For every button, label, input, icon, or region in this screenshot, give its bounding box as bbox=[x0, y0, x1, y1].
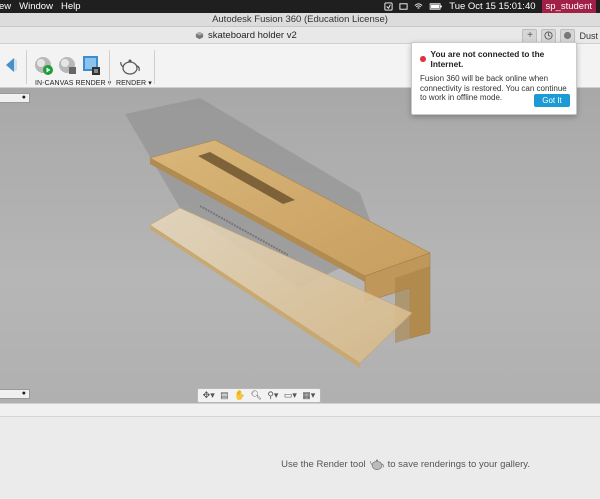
wifi-icon[interactable] bbox=[414, 2, 423, 11]
grid-settings-icon[interactable]: ▦▾ bbox=[302, 390, 315, 401]
gallery-hint: Use the Render tool to save renderings t… bbox=[0, 457, 530, 471]
toolbar-separator bbox=[26, 50, 27, 84]
window-title: Autodesk Fusion 360 (Education License) bbox=[0, 13, 600, 27]
new-tab-plus-icon[interactable]: + bbox=[522, 28, 538, 43]
document-tab[interactable]: skateboard holder v2 bbox=[195, 28, 297, 43]
navigation-bar: ✥▾ ▤ ✋ 🔍︎ ⚲▾ ▭▾ ▦▾ bbox=[197, 388, 321, 403]
capture-image-icon[interactable] bbox=[82, 55, 102, 77]
menu-window[interactable]: Window bbox=[19, 1, 61, 12]
menubar-clock[interactable]: Tue Oct 15 15:01:40 bbox=[449, 1, 535, 12]
offline-status-icon bbox=[420, 56, 426, 62]
chevron-down-icon: ▾ bbox=[148, 80, 152, 87]
render-menu[interactable]: RENDER ▾ bbox=[116, 79, 152, 87]
in-canvas-render-menu[interactable]: IN-CANVAS RENDER ▾ bbox=[35, 79, 111, 87]
mac-menubar: ew Window Help Tue Oct 15 15:01:40 sp_st… bbox=[0, 0, 600, 13]
render-gallery-panel: Use the Render tool to save renderings t… bbox=[0, 403, 600, 499]
look-at-icon[interactable]: ▤ bbox=[220, 390, 229, 401]
canvas-viewport[interactable]: ● ● bbox=[0, 88, 600, 403]
job-status-icon[interactable] bbox=[541, 28, 557, 43]
menubar-user[interactable]: sp_student bbox=[541, 0, 596, 13]
document-tab-label: skateboard holder v2 bbox=[208, 30, 297, 41]
in-canvas-render-icon[interactable] bbox=[34, 56, 54, 76]
security-icon[interactable] bbox=[384, 2, 393, 11]
offline-title: You are not connected to the Internet. bbox=[430, 49, 545, 69]
in-canvas-render-label: IN-CANVAS RENDER bbox=[35, 80, 106, 87]
account-name[interactable]: Dust bbox=[579, 31, 600, 41]
pan-icon[interactable]: ✋ bbox=[234, 390, 245, 401]
display-settings-icon[interactable]: ▭▾ bbox=[284, 390, 297, 401]
scene-settings-icon[interactable] bbox=[4, 56, 18, 74]
menu-help[interactable]: Help bbox=[61, 1, 89, 12]
toolbar-separator bbox=[154, 50, 155, 84]
zoom-icon[interactable]: 🔍︎ bbox=[251, 390, 262, 401]
cast-icon[interactable] bbox=[399, 2, 408, 11]
teapot-render-icon[interactable] bbox=[119, 56, 141, 76]
gallery-hint-after: to save renderings to your gallery. bbox=[387, 458, 530, 470]
got-it-button[interactable]: Got It bbox=[534, 94, 570, 107]
render-label: RENDER bbox=[116, 80, 147, 87]
in-canvas-settings-icon[interactable] bbox=[58, 56, 78, 76]
gallery-header bbox=[0, 404, 600, 417]
gallery-hint-before: Use the Render tool bbox=[281, 458, 366, 470]
skateboard-holder-model[interactable] bbox=[0, 88, 600, 403]
offline-notification: You are not connected to the Internet. F… bbox=[411, 42, 577, 115]
toolbar-separator bbox=[109, 50, 110, 84]
notification-icon[interactable] bbox=[560, 28, 576, 43]
battery-icon[interactable] bbox=[429, 2, 443, 11]
side-panel-inner bbox=[395, 266, 430, 343]
orbit-icon[interactable]: ✥▾ bbox=[203, 390, 215, 401]
document-cube-icon bbox=[195, 31, 204, 40]
menu-view[interactable]: ew bbox=[0, 1, 19, 12]
zoom-window-icon[interactable]: ⚲▾ bbox=[267, 390, 278, 401]
teapot-icon bbox=[369, 459, 384, 470]
